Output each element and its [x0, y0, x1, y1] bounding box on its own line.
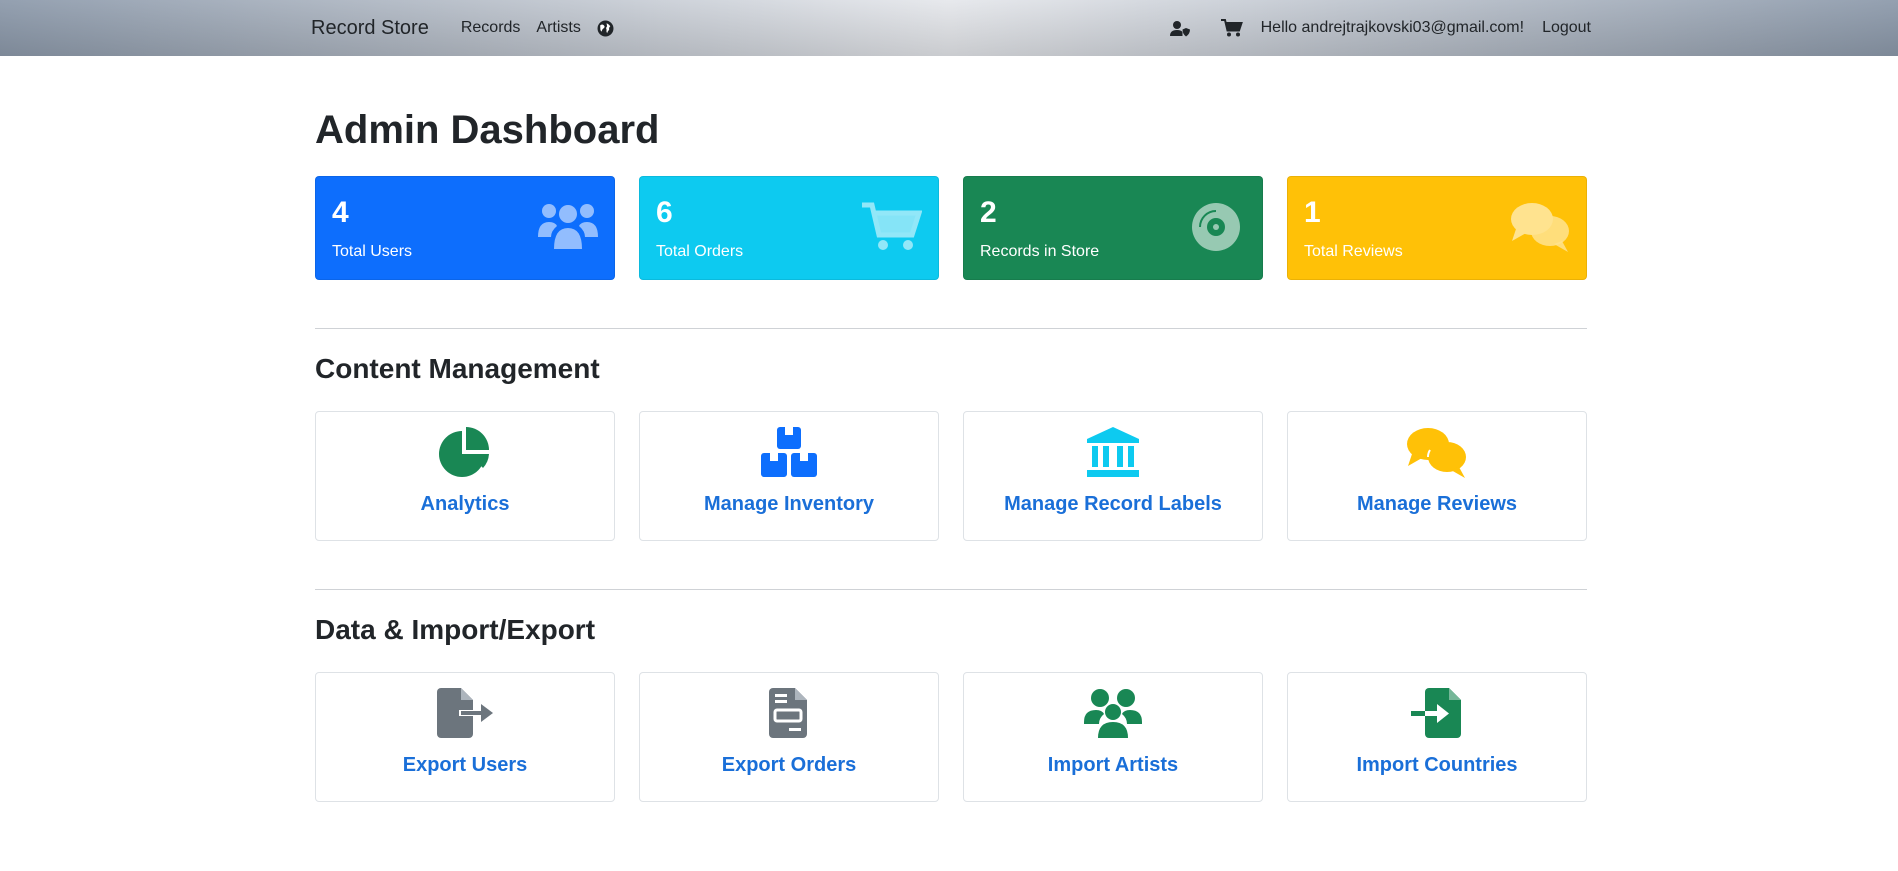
boxes-icon — [757, 426, 821, 478]
stat-card-reviews: 1 Total Reviews — [1287, 176, 1587, 280]
navbar-right: Hello andrejtrajkovski03@gmail.com! Logo… — [1169, 19, 1591, 37]
export-orders-tile[interactable]: Export Orders — [639, 672, 939, 802]
tile-label[interactable]: Manage Record Labels — [964, 493, 1262, 516]
stats-row: 4 Total Users 6 Total Orders 2 Records i… — [315, 176, 1587, 280]
divider — [315, 589, 1587, 590]
stat-label: Records in Store — [980, 243, 1100, 260]
tile-label[interactable]: Manage Reviews — [1288, 493, 1586, 516]
nav-link-artists[interactable]: Artists — [536, 19, 580, 37]
content-management-tiles: Analytics Manage Inventory Manage Record… — [315, 411, 1587, 541]
stat-label: Total Reviews — [1304, 243, 1403, 260]
tile-label[interactable]: Import Countries — [1288, 754, 1586, 777]
file-import-icon — [1405, 687, 1469, 739]
section-title-content-management: Content Management — [315, 353, 600, 384]
user-shield-icon[interactable] — [1169, 20, 1191, 37]
import-artists-tile[interactable]: Import Artists — [963, 672, 1263, 802]
divider — [315, 328, 1587, 329]
manage-reviews-tile[interactable]: Manage Reviews — [1287, 411, 1587, 541]
section-title-data-import-export: Data & Import/Export — [315, 614, 596, 645]
tile-label[interactable]: Export Users — [316, 754, 614, 777]
stat-card-users: 4 Total Users — [315, 176, 615, 280]
cart-icon[interactable] — [1220, 19, 1243, 37]
stat-value: 4 — [332, 196, 349, 229]
tile-label[interactable]: Manage Inventory — [640, 493, 938, 516]
greeting-text: Hello andrejtrajkovski03@gmail.com! — [1260, 19, 1525, 36]
stat-value: 2 — [980, 196, 997, 229]
comments-icon — [1405, 426, 1469, 478]
record-disc-icon — [1192, 203, 1240, 251]
navbar: Record Store Records Artists Hello andre… — [0, 0, 1898, 56]
file-invoice-icon — [757, 687, 821, 739]
nav-link-records[interactable]: Records — [461, 19, 521, 37]
tile-label[interactable]: Analytics — [316, 493, 614, 516]
stat-card-orders: 6 Total Orders — [639, 176, 939, 280]
manage-record-labels-tile[interactable]: Manage Record Labels — [963, 411, 1263, 541]
import-countries-tile[interactable]: Import Countries — [1287, 672, 1587, 802]
stat-label: Total Orders — [656, 243, 744, 260]
building-columns-icon — [1081, 426, 1145, 478]
stat-value: 1 — [1304, 196, 1321, 229]
manage-inventory-tile[interactable]: Manage Inventory — [639, 411, 939, 541]
comments-icon — [1511, 203, 1569, 252]
navbar-inner: Record Store Records Artists Hello andre… — [311, 0, 1591, 56]
tile-label[interactable]: Import Artists — [964, 754, 1262, 777]
tile-label[interactable]: Export Orders — [640, 754, 938, 777]
page-title: Admin Dashboard — [315, 108, 660, 152]
logout-link[interactable]: Logout — [1542, 19, 1591, 37]
users-icon — [538, 204, 598, 249]
export-users-tile[interactable]: Export Users — [315, 672, 615, 802]
pie-chart-icon — [433, 426, 497, 478]
stat-card-records: 2 Records in Store — [963, 176, 1263, 280]
brand-link[interactable]: Record Store — [311, 17, 429, 40]
cart-icon — [862, 202, 922, 250]
analytics-tile[interactable]: Analytics — [315, 411, 615, 541]
file-export-icon — [433, 687, 497, 739]
stat-label: Total Users — [332, 243, 413, 260]
globe-icon[interactable] — [597, 20, 614, 37]
users-icon — [1081, 687, 1145, 739]
stat-value: 6 — [656, 196, 673, 229]
data-import-export-tiles: Export Users Export Orders Import Artist… — [315, 672, 1587, 802]
